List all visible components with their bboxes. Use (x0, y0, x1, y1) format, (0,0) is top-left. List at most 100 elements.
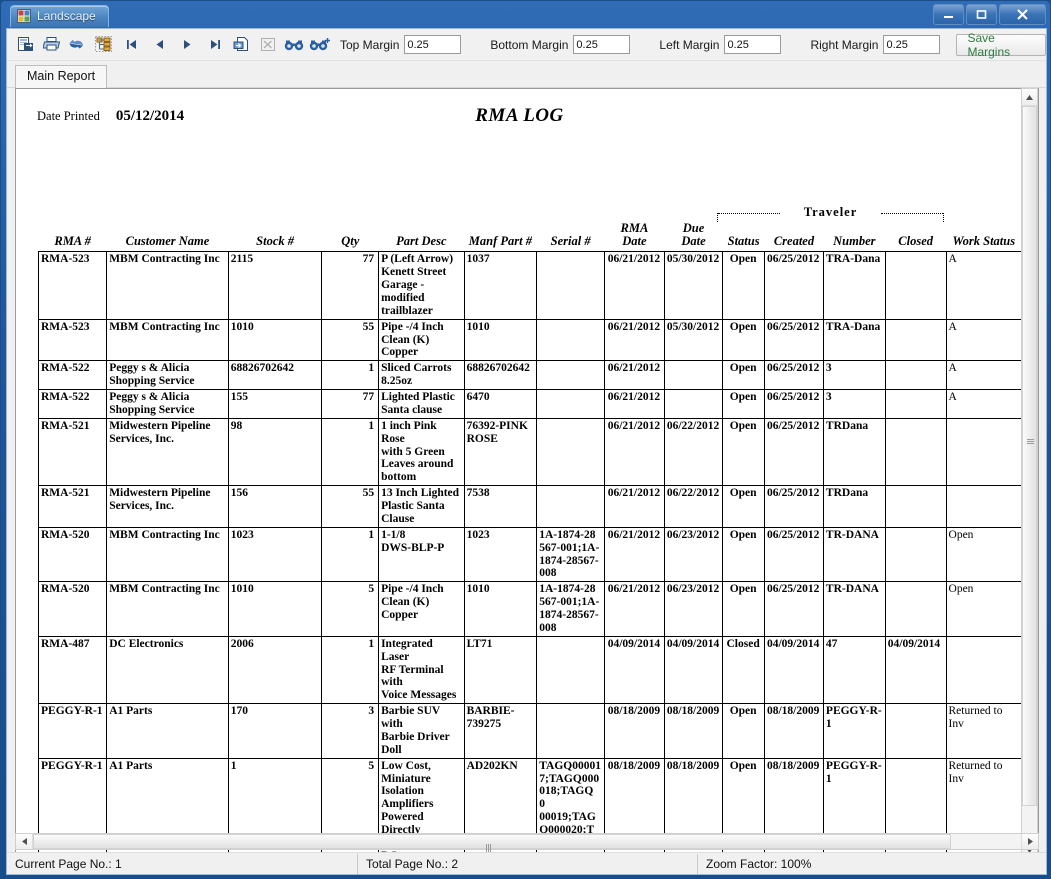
cell-created: 06/25/2012 (763, 318, 824, 362)
left-margin-group: Left Margin (656, 35, 782, 54)
cell-work-status (945, 485, 1022, 528)
scroll-left-button[interactable] (16, 834, 33, 849)
current-page-status: Current Page No.: 1 (15, 856, 122, 871)
cell-qty: 1 (321, 417, 380, 487)
cell-status: Open (722, 389, 765, 419)
next-page-icon[interactable] (173, 33, 201, 57)
col-header-customer-name: Customer Name (125, 234, 210, 249)
maximize-button[interactable] (966, 4, 997, 25)
cell-qty: 1 (321, 360, 380, 390)
cell-stock: 1023 (227, 526, 323, 583)
minimize-button[interactable] (933, 4, 964, 25)
cell-part-desc: Integrated Laser RF Terminal with Voice … (378, 635, 465, 705)
cell-stock: 170 (227, 703, 323, 759)
vertical-scrollbar[interactable] (1021, 88, 1038, 858)
cell-due-date: 04/09/2014 (663, 635, 724, 705)
horizontal-scroll-thumb[interactable] (33, 834, 951, 852)
scroll-grip-icon (1027, 439, 1034, 446)
print-report-icon[interactable] (39, 33, 65, 57)
last-page-icon[interactable] (201, 33, 229, 57)
cell-rma: RMA-522 (37, 360, 108, 390)
save-margins-button[interactable]: Save Margins (956, 31, 1046, 59)
close-button[interactable] (999, 4, 1046, 25)
cell-customer-name: A1 Parts (106, 703, 229, 759)
cell-serial (536, 360, 605, 390)
cell-rma: RMA-523 (37, 251, 108, 320)
stop-loading-icon (255, 33, 281, 57)
cell-manf-part: 7538 (463, 485, 538, 528)
go-to-page-icon[interactable] (229, 33, 255, 57)
cell-number: TR-DANA (822, 526, 886, 583)
application-window: Landscape Top Margin 0.25 Bottom Margin … (0, 0, 1051, 879)
scroll-up-button[interactable] (1022, 89, 1037, 106)
cell-status: Open (722, 318, 765, 362)
top-margin-label: Top Margin (340, 37, 400, 52)
bottom-margin-input[interactable] (573, 35, 631, 54)
horizontal-scrollbar[interactable] (15, 833, 1039, 852)
vertical-scroll-thumb[interactable] (1022, 106, 1037, 806)
cell-number: 47 (822, 635, 886, 705)
cell-number: TR-DANA (822, 581, 886, 637)
scroll-right-button[interactable] (1021, 834, 1038, 849)
cell-qty: 55 (321, 485, 380, 528)
col-header-qty: Qty (341, 234, 360, 249)
cell-serial (536, 703, 605, 759)
table-row: RMA-521 Midwestern Pipeline Services, Inc… (37, 485, 1022, 528)
cell-number: TRDana (822, 417, 886, 487)
left-margin-input[interactable] (724, 35, 782, 54)
cell-part-desc: Pipe -/4 Inch Clean (K) Copper (378, 581, 465, 637)
cell-rma-date: 06/21/2012 (604, 318, 665, 362)
cell-qty: 3 (321, 703, 380, 759)
cell-part-desc: Sliced Carrots 8.25oz (378, 360, 465, 390)
table-row: RMA-520 MBM Contracting Inc 1023 1 1-1/8 DWS… (37, 526, 1022, 583)
cell-created: 06/25/2012 (763, 417, 824, 487)
refresh-icon[interactable] (65, 33, 91, 57)
report-header: Date Printed 05/12/2014 RMA LOG (37, 105, 1002, 149)
cell-qty: 1 (321, 526, 380, 583)
cell-rma: RMA-521 (37, 417, 108, 487)
top-margin-input[interactable] (404, 35, 462, 54)
table-row: RMA-523 MBM Contracting Inc 1010 55 Pipe -/4… (37, 318, 1022, 362)
cell-due-date: 06/23/2012 (663, 526, 724, 583)
cell-closed (884, 318, 947, 362)
cell-number: TRA-Dana (822, 251, 886, 320)
table-header-row: RMA # Customer Name Stock # Qty Part Des… (39, 221, 1022, 252)
search-next-icon[interactable] (307, 33, 333, 57)
cell-stock: 156 (227, 485, 323, 528)
right-margin-input[interactable] (883, 35, 941, 54)
col-header-stock: Stock # (256, 234, 295, 249)
export-report-icon[interactable] (13, 33, 39, 57)
cell-closed (884, 251, 947, 320)
cell-serial: 1A-1874-28 567-001;1A- 1874-28567- 008 (536, 581, 605, 637)
cell-closed (884, 485, 947, 528)
cell-customer-name: Peggy s & Alicia Shopping Service (106, 389, 229, 419)
client-area: Top Margin Bottom Margin Left Margin Rig… (6, 28, 1047, 875)
cell-serial (536, 635, 605, 705)
cell-number: TRDana (822, 485, 886, 528)
right-margin-label: Right Margin (810, 37, 879, 52)
cell-stock: 68826702642 (227, 360, 323, 390)
cell-rma-date: 06/21/2012 (604, 526, 665, 583)
tab-main-report[interactable]: Main Report (15, 65, 108, 88)
toggle-group-tree-icon[interactable] (91, 33, 117, 57)
search-text-icon[interactable] (281, 33, 307, 57)
cell-stock: 155 (227, 389, 323, 419)
cell-stock: 2006 (227, 635, 323, 705)
cell-serial (536, 485, 605, 528)
cell-part-desc: Barbie SUV with Barbie Driver Doll (378, 703, 465, 759)
cell-part-desc: 1 inch Pink Rose with 5 Green Leaves aro… (378, 417, 465, 487)
cell-manf-part: 1037 (463, 251, 538, 320)
cell-created: 06/25/2012 (763, 581, 824, 637)
cell-due-date: 05/30/2012 (663, 251, 724, 320)
cell-work-status: Open (945, 581, 1022, 637)
col-header-status: Status (727, 234, 760, 249)
first-page-icon[interactable] (117, 33, 145, 57)
cell-status: Open (722, 703, 765, 759)
cell-due-date (663, 360, 724, 390)
table-row: RMA-522 Peggy s & Alicia Shopping Service… (37, 360, 1022, 390)
previous-page-icon[interactable] (145, 33, 173, 57)
window-controls (933, 4, 1046, 25)
cell-manf-part: 1010 (463, 318, 538, 362)
col-header-serial: Serial # (550, 234, 591, 249)
title-bar-left: Landscape (10, 5, 109, 27)
